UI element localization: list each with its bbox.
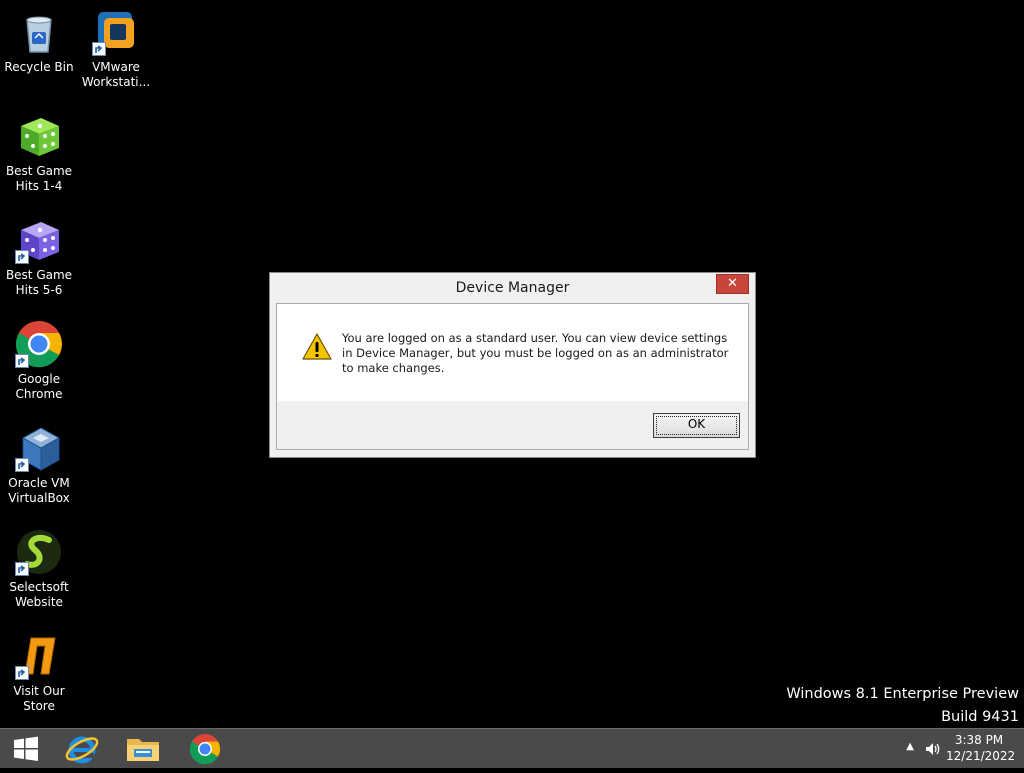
- windows-watermark: Windows 8.1 Enterprise Preview Build 943…: [786, 683, 1019, 729]
- start-button[interactable]: [4, 729, 48, 769]
- dialog-client-area: You are logged on as a standard user. Yo…: [276, 303, 749, 450]
- taskbar-file-explorer[interactable]: [117, 729, 169, 769]
- desktop-icon-label: Oracle VM VirtualBox: [8, 476, 70, 505]
- clock-date: 12/21/2022: [946, 749, 1016, 763]
- shortcut-arrow-icon: [15, 458, 29, 472]
- device-manager-dialog: Device Manager ✕ You are logged on as a …: [269, 272, 756, 458]
- desktop-icon-recycle-bin[interactable]: Recycle Bin: [1, 8, 77, 75]
- desktop-icon-label: Selectsoft Website: [9, 580, 69, 609]
- watermark-build: Build 9431: [941, 709, 1019, 725]
- warning-icon: [302, 333, 332, 364]
- ok-button[interactable]: OK: [653, 413, 740, 438]
- desktop-icon-label: Google Chrome: [15, 372, 63, 401]
- dialog-message: You are logged on as a standard user. Yo…: [342, 331, 729, 375]
- desktop-icon-oracle-vm-virtualbox[interactable]: Oracle VM VirtualBox: [1, 424, 77, 506]
- desktop-icon-google-chrome[interactable]: Google Chrome: [1, 320, 77, 402]
- close-icon: ✕: [727, 276, 738, 291]
- taskbar-chrome[interactable]: [179, 729, 231, 769]
- close-button[interactable]: ✕: [716, 274, 749, 294]
- taskbar-clock[interactable]: 3:38 PM 12/21/2022: [946, 732, 1016, 764]
- system-tray: ▲ 3:38 PM 12/21/2022: [884, 729, 1024, 769]
- internet-explorer-icon: [65, 736, 99, 764]
- green-dice-icon: [15, 112, 63, 160]
- dialog-title: Device Manager: [455, 280, 570, 296]
- desktop-icon-selectsoft-website[interactable]: Selectsoft Website: [1, 528, 77, 610]
- desktop-icon-best-game-hits-1-4[interactable]: Best Game Hits 1-4: [1, 112, 77, 194]
- clock-time: 3:38 PM: [954, 733, 1004, 747]
- chrome-icon: [189, 734, 221, 765]
- purple-dice-icon: [15, 216, 63, 264]
- desktop-icon-best-game-hits-5-6[interactable]: Best Game Hits 5-6: [1, 216, 77, 298]
- recycle-bin-icon: [15, 8, 63, 56]
- windows-logo-icon: [14, 736, 38, 761]
- file-explorer-icon: [127, 739, 159, 761]
- taskbar-internet-explorer[interactable]: [56, 729, 108, 769]
- desktop-icon-label: Best Game Hits 5-6: [5, 268, 73, 297]
- store-icon: [15, 632, 63, 680]
- desktop-icon-vmware[interactable]: VMware Workstati...: [78, 8, 154, 90]
- desktop-icon-label: VMware Workstati...: [81, 60, 151, 89]
- shortcut-arrow-icon: [15, 666, 29, 680]
- taskbar: ▲ 3:38 PM 12/21/2022: [0, 728, 1024, 768]
- desktop-icon-label: Best Game Hits 1-4: [5, 164, 73, 193]
- shortcut-arrow-icon: [92, 42, 106, 56]
- shortcut-arrow-icon: [15, 562, 29, 576]
- show-hidden-icons-button[interactable]: ▲: [906, 741, 914, 752]
- watermark-edition: Windows 8.1 Enterprise Preview: [786, 686, 1019, 702]
- dialog-content: You are logged on as a standard user. Yo…: [277, 304, 748, 401]
- selectsoft-icon: [15, 528, 63, 576]
- desktop-icon-label: Visit Our Store: [13, 684, 65, 713]
- volume-icon[interactable]: [924, 740, 942, 762]
- desktop-icon-label: Recycle Bin: [4, 60, 74, 74]
- desktop-icon-visit-our-store[interactable]: Visit Our Store: [1, 632, 77, 714]
- chrome-icon: [15, 320, 63, 368]
- vmware-icon: [92, 8, 140, 56]
- virtualbox-icon: [15, 424, 63, 472]
- shortcut-arrow-icon: [15, 354, 29, 368]
- shortcut-arrow-icon: [15, 250, 29, 264]
